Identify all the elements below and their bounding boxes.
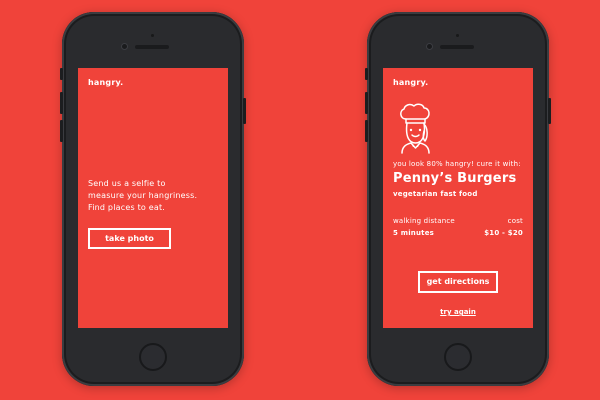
front-camera — [427, 44, 432, 49]
volume-up-button — [60, 92, 63, 114]
mute-switch — [60, 68, 63, 80]
intro-text: Send us a selfie to measure your hangrin… — [88, 179, 198, 212]
phone-left: hangry. Send us a selfie to measure your… — [60, 12, 246, 386]
cost-label: cost — [507, 217, 523, 225]
volume-down-button — [60, 120, 63, 142]
proximity-sensor — [151, 34, 154, 37]
restaurant-name: Penny’s Burgers — [393, 171, 517, 186]
power-button — [548, 98, 551, 124]
volume-up-button — [365, 92, 368, 114]
screen-selfie-prompt: hangry. Send us a selfie to measure your… — [78, 68, 228, 328]
power-button — [243, 98, 246, 124]
phone-right: hangry. you look 80% hangry! cure it wit… — [365, 12, 551, 386]
proximity-sensor — [456, 34, 459, 37]
app-logo: hangry. — [88, 78, 124, 87]
restaurant-type: vegetarian fast food — [393, 190, 478, 198]
hangry-status-text: you look 80% hangry! cure it with: — [393, 160, 521, 168]
home-button[interactable] — [139, 343, 167, 371]
get-directions-button[interactable]: get directions — [418, 271, 498, 293]
volume-down-button — [365, 120, 368, 142]
cost-value: $10 - $20 — [484, 229, 523, 237]
take-photo-button[interactable]: take photo — [88, 228, 171, 249]
chef-icon — [400, 103, 430, 154]
try-again-link[interactable]: try again — [383, 308, 533, 316]
front-camera — [122, 44, 127, 49]
home-button[interactable] — [444, 343, 472, 371]
earpiece-speaker — [440, 45, 474, 49]
mute-switch — [365, 68, 368, 80]
app-logo: hangry. — [393, 78, 429, 87]
distance-value: 5 minutes — [393, 229, 435, 237]
showcase-background: hangry. Send us a selfie to measure your… — [0, 0, 600, 400]
earpiece-speaker — [135, 45, 169, 49]
distance-label: walking distance — [393, 217, 455, 225]
screen-result: hangry. you look 80% hangry! cure it wit… — [383, 68, 533, 328]
